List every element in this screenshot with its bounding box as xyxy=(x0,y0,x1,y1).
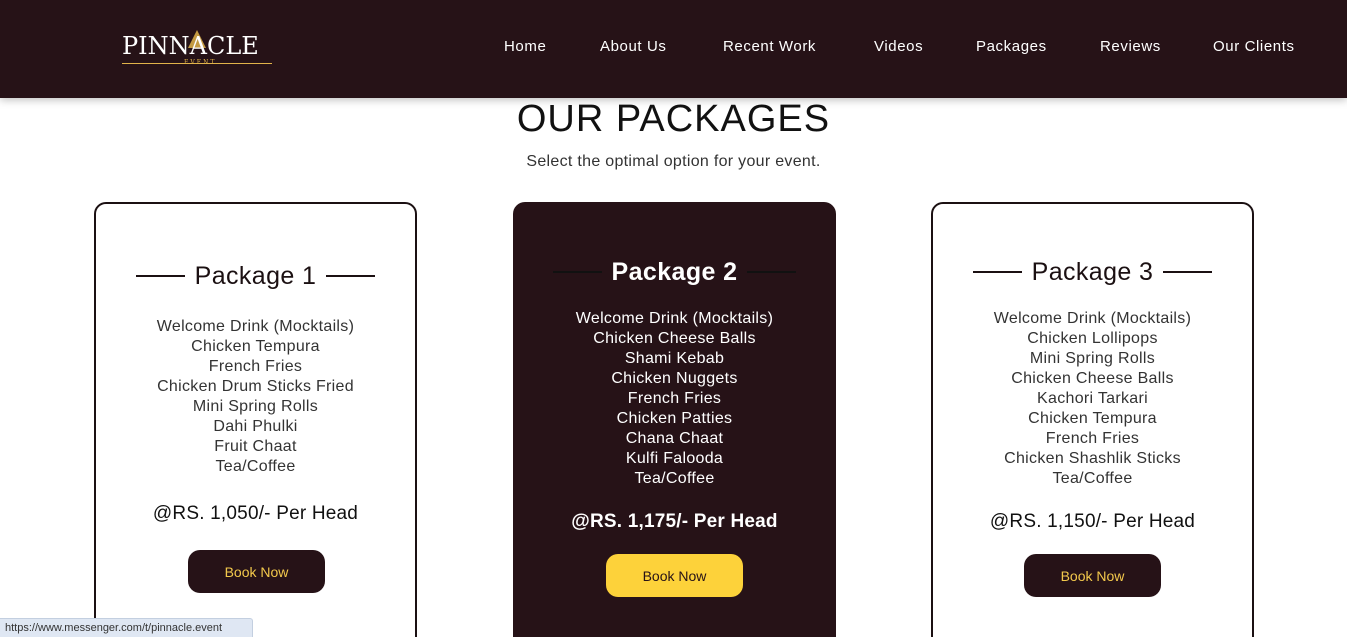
package-item: Kachori Tarkari xyxy=(1037,390,1148,407)
package-title-row: Package 1 xyxy=(96,260,415,292)
site-header: PINNACLE EVENT Home About Us Recent Work… xyxy=(0,0,1347,98)
package-item: French Fries xyxy=(627,390,722,407)
package-card-3: Package 3 Welcome Drink (Mocktails) Chic… xyxy=(931,202,1254,637)
package-item: Chicken Shashlik Sticks xyxy=(1004,450,1181,467)
title-rule-left xyxy=(552,271,602,273)
package-item: Welcome Drink (Mocktails) xyxy=(575,310,774,327)
package-item: Chicken Cheese Balls xyxy=(593,330,756,347)
package-items: Welcome Drink (Mocktails) Chicken Tempur… xyxy=(96,317,415,477)
package-title-row: Package 3 xyxy=(933,256,1252,288)
package-title: Package 1 xyxy=(194,261,317,290)
nav-our-clients[interactable]: Our Clients xyxy=(1213,38,1295,55)
package-items: Welcome Drink (Mocktails) Chicken Cheese… xyxy=(515,309,834,489)
nav-videos[interactable]: Videos xyxy=(874,38,923,55)
package-item: Tea/Coffee xyxy=(634,470,715,487)
package-item: French Fries xyxy=(1045,430,1140,447)
book-now-button[interactable]: Book Now xyxy=(188,550,325,593)
package-item: Tea/Coffee xyxy=(215,458,296,475)
title-rule-right xyxy=(326,275,376,277)
title-rule-right xyxy=(747,271,797,273)
package-item: Chicken Tempura xyxy=(191,338,320,355)
package-item: Chicken Cheese Balls xyxy=(1011,370,1174,387)
package-item: Mini Spring Rolls xyxy=(192,398,319,415)
package-item: Welcome Drink (Mocktails) xyxy=(993,310,1192,327)
package-item: Chicken Nuggets xyxy=(611,370,738,387)
package-item: Kulfi Falooda xyxy=(625,450,724,467)
package-title-row: Package 2 xyxy=(515,256,834,288)
package-item: Mini Spring Rolls xyxy=(1029,350,1156,367)
package-item: Dahi Phulki xyxy=(213,418,298,435)
title-rule-left xyxy=(972,271,1022,273)
package-item: French Fries xyxy=(208,358,303,375)
package-items: Welcome Drink (Mocktails) Chicken Lollip… xyxy=(933,309,1252,489)
nav-packages[interactable]: Packages xyxy=(976,38,1047,55)
package-item: Chicken Drum Sticks Fried xyxy=(157,378,354,395)
section-subtitle: Select the optimal option for your event… xyxy=(526,153,821,170)
package-item: Chicken Lollipops xyxy=(1027,330,1158,347)
package-title: Package 3 xyxy=(1031,257,1154,286)
package-item: Welcome Drink (Mocktails) xyxy=(156,318,355,335)
package-price: @RS. 1,150/- Per Head xyxy=(989,511,1196,532)
package-card-2: Package 2 Welcome Drink (Mocktails) Chic… xyxy=(513,202,836,637)
package-item: Chicken Patties xyxy=(616,410,733,427)
package-item: Fruit Chaat xyxy=(214,438,297,455)
package-title: Package 2 xyxy=(611,257,738,286)
package-card-1: Package 1 Welcome Drink (Mocktails) Chic… xyxy=(94,202,417,637)
main-nav: Home About Us Recent Work Videos Package… xyxy=(0,38,1347,58)
book-now-button[interactable]: Book Now xyxy=(1024,554,1161,597)
package-price: @RS. 1,050/- Per Head xyxy=(152,503,359,524)
package-item: Chicken Tempura xyxy=(1028,410,1157,427)
package-price: @RS. 1,175/- Per Head xyxy=(571,511,778,532)
title-rule-right xyxy=(1163,271,1213,273)
package-item: Shami Kebab xyxy=(624,350,725,367)
nav-home[interactable]: Home xyxy=(504,38,546,55)
logo-subtext: EVENT xyxy=(184,59,217,66)
section-title: OUR PACKAGES xyxy=(516,98,831,140)
nav-recent-work[interactable]: Recent Work xyxy=(723,38,816,55)
nav-reviews[interactable]: Reviews xyxy=(1100,38,1161,55)
link-status-bar: https://www.messenger.com/t/pinnacle.eve… xyxy=(0,618,253,637)
title-rule-left xyxy=(135,275,185,277)
nav-about-us[interactable]: About Us xyxy=(600,38,667,55)
package-item: Chana Chaat xyxy=(625,430,724,447)
package-item: Tea/Coffee xyxy=(1052,470,1133,487)
book-now-button[interactable]: Book Now xyxy=(606,554,743,597)
